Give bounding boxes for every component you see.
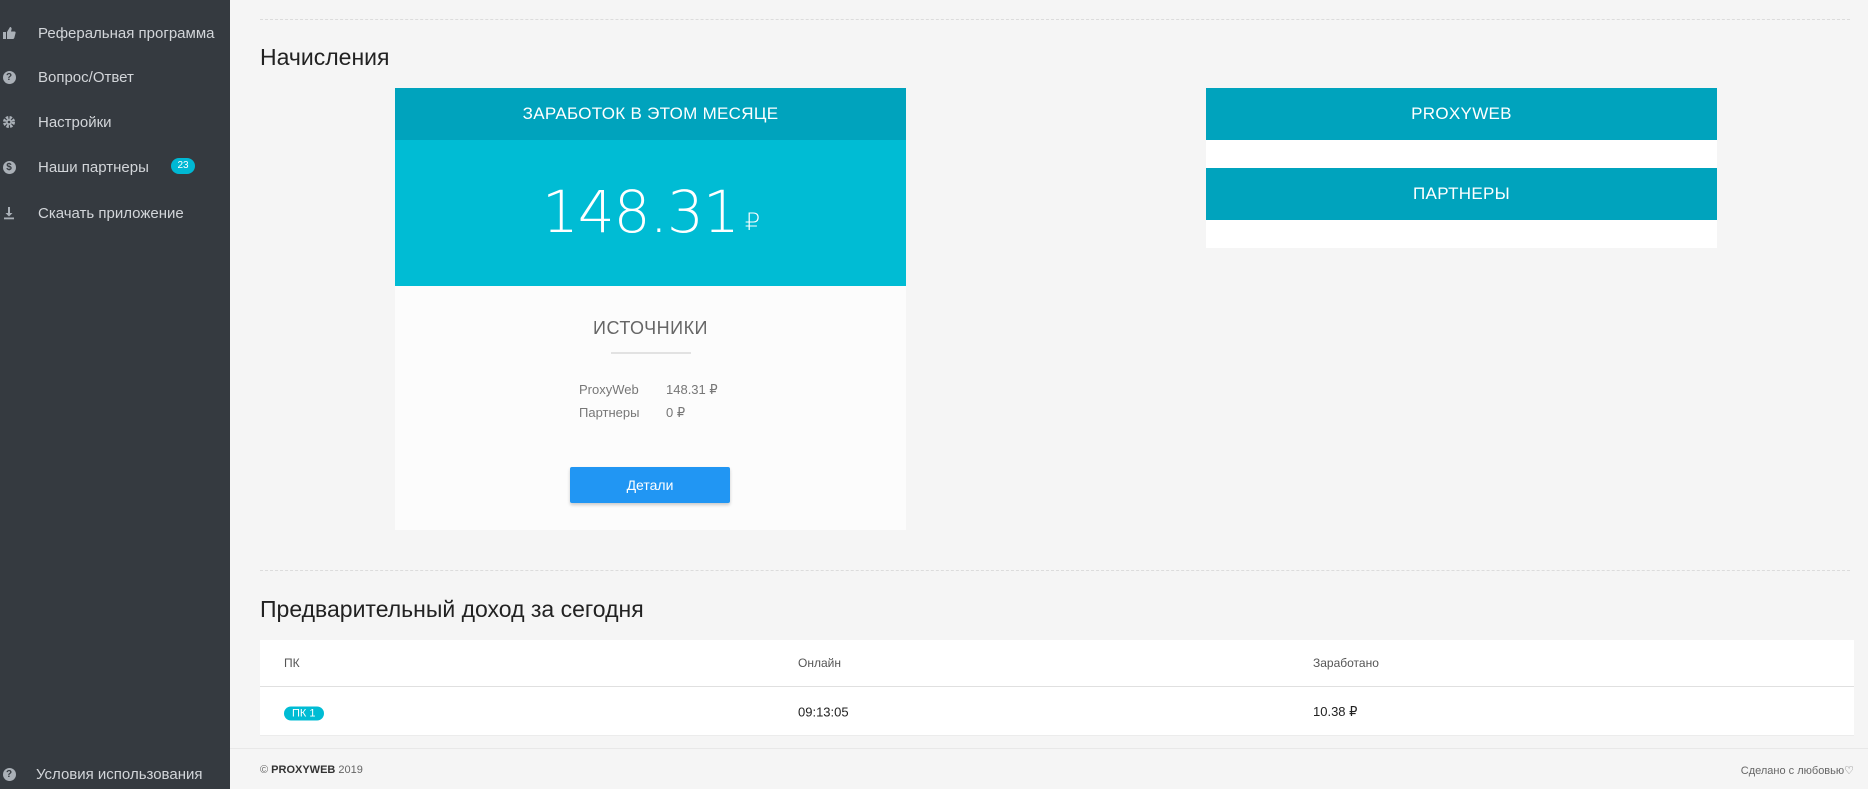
amount-value: 148.31 bbox=[541, 178, 740, 246]
sidebar-item-download-app[interactable]: Скачать приложение bbox=[0, 191, 230, 235]
column-header-earned: Заработано bbox=[1313, 656, 1379, 670]
source-name: ProxyWeb bbox=[579, 382, 639, 397]
pc-cell: ПК 1 bbox=[284, 704, 324, 720]
footer: © PROXYWEB 2019 Сделано с любовью♡ bbox=[230, 748, 1868, 789]
footer-year: 2019 bbox=[338, 764, 363, 776]
download-icon bbox=[2, 206, 16, 220]
amount-panel: 148.31 ₽ bbox=[395, 140, 906, 286]
amount-display: 148.31 ₽ bbox=[395, 178, 906, 246]
online-time-cell: 09:13:05 bbox=[798, 704, 849, 719]
dollar-circle-icon: $ bbox=[2, 160, 16, 174]
currency-symbol: ₽ bbox=[744, 208, 760, 236]
card-header: ЗАРАБОТОК В ЭТОМ МЕСЯЦЕ bbox=[395, 88, 906, 140]
section-divider bbox=[260, 570, 1850, 571]
thumbs-up-icon bbox=[2, 26, 16, 40]
earned-cell: 10.38 ₽ bbox=[1313, 703, 1358, 719]
tab-partners[interactable]: ПАРТНЕРЫ bbox=[1206, 168, 1717, 220]
table-header: ПК Онлайн Заработано bbox=[260, 640, 1854, 687]
sidebar-item-terms[interactable]: ? Условия использования bbox=[0, 752, 230, 789]
source-tabs-panel: PROXYWEB ПАРТНЕРЫ bbox=[1206, 88, 1717, 248]
partners-count-badge: 23 bbox=[171, 158, 195, 174]
footer-brand: PROXYWEB bbox=[271, 764, 336, 776]
sidebar: Реферальная программа ? Вопрос/Ответ Нас… bbox=[0, 0, 230, 789]
source-value: 148.31 ₽ bbox=[666, 382, 718, 397]
made-with-love: Сделано с любовью♡ bbox=[1740, 765, 1854, 777]
sidebar-item-partners[interactable]: $ Наши партнеры 23 bbox=[0, 145, 230, 189]
copyright-symbol: © bbox=[260, 764, 269, 776]
sidebar-item-referral[interactable]: Реферальная программа bbox=[0, 11, 230, 55]
tab-proxyweb[interactable]: PROXYWEB bbox=[1206, 88, 1717, 140]
today-income-title: Предварительный доход за сегодня bbox=[260, 596, 644, 622]
monthly-earnings-card: ЗАРАБОТОК В ЭТОМ МЕСЯЦЕ 148.31 ₽ ИСТОЧНИК… bbox=[395, 88, 906, 530]
sidebar-item-label: Наши партнеры bbox=[38, 158, 149, 176]
copyright: © PROXYWEB 2019 bbox=[260, 764, 363, 776]
sidebar-item-label: Настройки bbox=[38, 113, 112, 131]
source-name: Партнеры bbox=[579, 405, 640, 420]
column-header-pc: ПК bbox=[284, 656, 300, 670]
section-divider bbox=[260, 19, 1850, 20]
table-row: ПК 1 09:13:05 10.38 ₽ bbox=[260, 688, 1854, 736]
today-income-table: ПК Онлайн Заработано ПК 1 09:13:05 10.38… bbox=[260, 640, 1854, 736]
main-content: Начисления ЗАРАБОТОК В ЭТОМ МЕСЯЦЕ 148.3… bbox=[230, 0, 1868, 789]
sidebar-item-label: Реферальная программа bbox=[38, 24, 215, 42]
pc-badge: ПК 1 bbox=[284, 706, 324, 720]
sidebar-item-label: Условия использования bbox=[36, 765, 203, 783]
sidebar-item-label: Скачать приложение bbox=[38, 204, 184, 222]
sidebar-item-label: Вопрос/Ответ bbox=[38, 68, 134, 86]
question-circle-icon: ? bbox=[2, 70, 16, 84]
column-header-online: Онлайн bbox=[798, 656, 841, 670]
question-circle-icon: ? bbox=[2, 767, 16, 781]
sidebar-item-faq[interactable]: ? Вопрос/Ответ bbox=[0, 55, 230, 99]
sources-underline bbox=[611, 352, 691, 354]
sidebar-item-settings[interactable]: Настройки bbox=[0, 100, 230, 144]
details-button[interactable]: Детали bbox=[570, 467, 730, 503]
accruals-title: Начисления bbox=[260, 44, 390, 70]
sources-title: ИСТОЧНИКИ bbox=[593, 318, 708, 338]
gear-icon bbox=[2, 115, 16, 129]
source-value: 0 ₽ bbox=[666, 405, 686, 420]
